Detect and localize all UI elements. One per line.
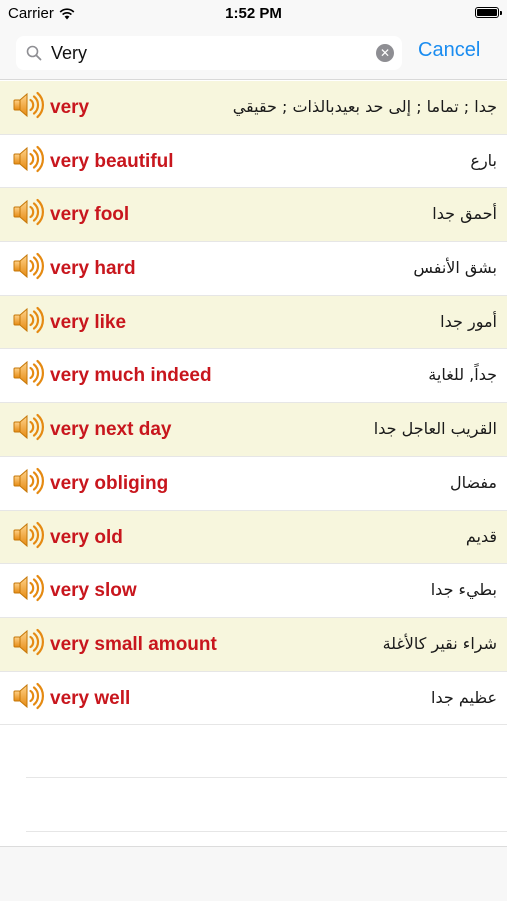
english-term: very fool <box>50 204 130 226</box>
english-term: very hard <box>50 258 136 280</box>
english-term: very small amount <box>50 633 217 655</box>
list-item[interactable]: very hard بشق الأنفس <box>0 242 507 296</box>
speaker-icon[interactable] <box>12 305 46 335</box>
english-term: very well <box>50 687 131 709</box>
status-bar: Carrier 1:52 PM <box>0 0 507 28</box>
search-bar: Very ✕ Cancel <box>0 28 507 80</box>
battery-icon <box>475 7 502 18</box>
list-item[interactable]: very much indeed جداً, للغاية <box>0 349 507 404</box>
speaker-icon[interactable] <box>12 681 46 711</box>
arabic-translation: قديم <box>465 526 497 546</box>
search-query-text[interactable]: Very <box>51 43 87 64</box>
results-list: very جدا ; تماما ; إلى حد بعيدبالذات ; حق… <box>0 81 507 726</box>
list-item[interactable]: very like أمور جدا <box>0 295 507 350</box>
list-item[interactable]: very well عظيم جدا <box>0 672 507 726</box>
list-item[interactable]: very slow بطيء جدا <box>0 564 507 618</box>
arabic-translation: شراء نقير كالأغلة <box>382 633 497 653</box>
english-term: very much indeed <box>50 365 212 387</box>
arabic-translation: مفضال <box>449 472 497 492</box>
search-input[interactable]: Very ✕ <box>16 36 402 70</box>
speaker-icon[interactable] <box>12 90 46 120</box>
english-term: very <box>50 97 90 118</box>
arabic-translation: عظيم جدا <box>431 687 497 707</box>
bottom-bar <box>0 846 507 901</box>
list-item[interactable]: very obliging مفضال <box>0 457 507 511</box>
english-term: very next day <box>50 419 172 441</box>
arabic-translation: بطيء جدا <box>430 580 497 600</box>
english-term: very beautiful <box>50 150 174 172</box>
speaker-icon[interactable] <box>12 197 46 227</box>
list-item[interactable]: very small amount شراء نقير كالأغلة <box>0 617 507 672</box>
speaker-icon[interactable] <box>12 251 46 281</box>
divider <box>26 777 507 778</box>
list-item[interactable]: very next day القريب العاجل جدا <box>0 403 507 457</box>
arabic-translation: جدا ; تماما ; إلى حد بعيدبالذات ; حقيقي <box>232 97 497 116</box>
list-item[interactable]: very جدا ; تماما ; إلى حد بعيدبالذات ; حق… <box>0 81 507 135</box>
english-term: very old <box>50 526 123 548</box>
english-term: very obliging <box>50 472 169 494</box>
speaker-icon[interactable] <box>12 358 46 388</box>
speaker-icon[interactable] <box>12 627 46 657</box>
list-item[interactable]: very beautiful بارع <box>0 135 507 189</box>
arabic-translation: جداً, للغاية <box>428 365 497 385</box>
arabic-translation: بشق الأنفس <box>413 258 497 278</box>
list-item[interactable]: very fool أحمق جدا <box>0 188 507 243</box>
arabic-translation: أمور جدا <box>440 311 497 331</box>
speaker-icon[interactable] <box>12 520 46 550</box>
speaker-icon[interactable] <box>12 466 46 496</box>
status-time: 1:52 PM <box>225 5 282 22</box>
speaker-icon[interactable] <box>12 573 46 603</box>
english-term: very slow <box>50 580 137 602</box>
divider <box>26 831 507 832</box>
arabic-translation: بارع <box>470 150 497 170</box>
search-icon <box>26 45 42 61</box>
cancel-button[interactable]: Cancel <box>418 39 480 62</box>
speaker-icon[interactable] <box>12 412 46 442</box>
arabic-translation: القريب العاجل جدا <box>373 419 497 439</box>
speaker-icon[interactable] <box>12 144 46 174</box>
list-item[interactable]: very old قديم <box>0 510 507 565</box>
arabic-translation: أحمق جدا <box>432 204 497 224</box>
clear-icon[interactable]: ✕ <box>376 44 394 62</box>
english-term: very like <box>50 311 127 333</box>
